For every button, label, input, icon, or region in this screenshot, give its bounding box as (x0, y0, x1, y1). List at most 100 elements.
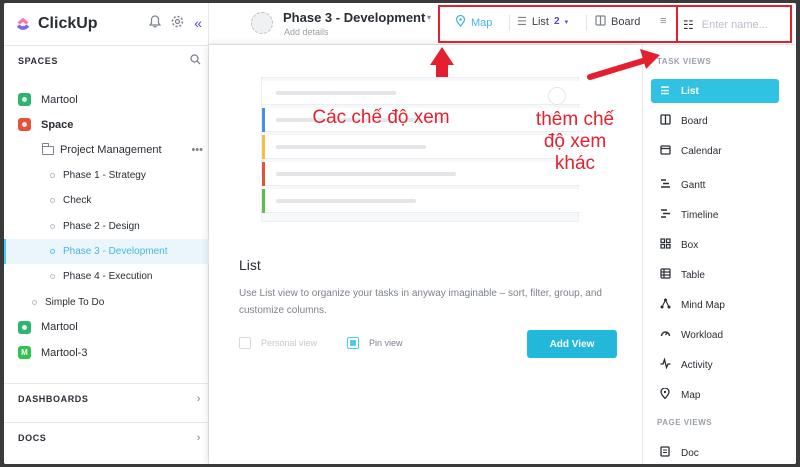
view-option-label: Timeline (681, 209, 719, 221)
status-circle-icon[interactable] (251, 12, 273, 34)
view-type-panel: TASK VIEWS ☰ List Board Calendar Gantt T… (642, 45, 796, 464)
view-option-doc[interactable]: Doc (651, 441, 779, 464)
space-label: Martool-3 (41, 346, 88, 359)
space-item-martool-3[interactable]: M Martool-3 (4, 340, 209, 365)
list-label: Phase 1 - Strategy (63, 170, 146, 182)
list-dot-icon (50, 274, 55, 280)
view-option-list[interactable]: ☰ List (651, 79, 779, 103)
view-option-label: Mind Map (681, 299, 725, 311)
view-option-label: Board (681, 115, 708, 127)
view-option-label: Map (681, 389, 701, 401)
clickup-logo-icon (16, 17, 30, 30)
list-dot-icon (50, 198, 55, 204)
table-icon (659, 268, 671, 282)
board-icon (659, 114, 671, 128)
view-option-calendar[interactable]: Calendar (651, 139, 779, 163)
spaces-header[interactable]: SPACES (4, 45, 209, 75)
task-views-heading: TASK VIEWS (657, 57, 712, 66)
docs-label: DOCS (18, 432, 47, 443)
space-item-martool[interactable]: Martool (4, 87, 209, 112)
list-item-phase2[interactable]: Phase 2 - Design (4, 213, 209, 238)
list-dot-icon (50, 223, 55, 229)
preview-row (262, 81, 580, 105)
checkbox-icon[interactable] (239, 337, 251, 349)
app-name: ClickUp (38, 15, 98, 32)
space-label: Space (41, 118, 74, 131)
personal-view-checkbox[interactable]: Personal view (239, 337, 317, 349)
space-item-space[interactable]: Space (4, 112, 209, 137)
space-item-martool-2[interactable]: Martool (4, 315, 209, 340)
docs-header[interactable]: DOCS › (4, 422, 209, 452)
search-spaces-icon[interactable] (190, 53, 201, 68)
view-option-label: Box (681, 239, 699, 251)
annotation-box-add-view (676, 5, 792, 43)
view-option-workload[interactable]: Workload (651, 323, 779, 347)
view-title: List (239, 257, 261, 273)
activity-pulse-icon (659, 357, 671, 372)
view-option-mind-map[interactable]: Mind Map (651, 293, 779, 317)
list-item-phase3[interactable]: Phase 3 - Development (4, 238, 209, 265)
folder-label: Project Management (60, 144, 162, 157)
view-option-label: Table (681, 269, 705, 281)
view-option-box[interactable]: Box (651, 233, 779, 257)
gear-icon[interactable] (171, 15, 184, 31)
dashboards-label: DASHBOARDS (18, 393, 89, 404)
list-item-phase4[interactable]: Phase 4 - Execution (4, 264, 209, 289)
pin-view-checkbox[interactable]: Pin view (347, 337, 403, 349)
list-label: Phase 2 - Design (63, 220, 140, 232)
folder-item-project-management[interactable]: Project Management ••• (4, 138, 209, 163)
space-badge-icon (18, 118, 31, 132)
list-dot-icon (32, 299, 37, 305)
box-grid-icon (659, 238, 671, 252)
view-option-label: Doc (681, 447, 699, 459)
page-views-heading: PAGE VIEWS (657, 418, 713, 427)
annotation-box-view-tabs (438, 5, 678, 43)
view-option-timeline[interactable]: Timeline (651, 203, 779, 227)
view-option-map[interactable]: Map (651, 383, 779, 407)
logo[interactable]: ClickUp « (4, 3, 208, 45)
view-option-label: Calendar (681, 145, 722, 157)
chevron-down-icon[interactable]: ▾ (427, 13, 431, 22)
add-view-button[interactable]: Add View (527, 330, 617, 358)
list-item-check[interactable]: Check (4, 188, 209, 213)
list-label: Check (63, 195, 92, 207)
view-option-board[interactable]: Board (651, 109, 779, 133)
list-label: Phase 4 - Execution (63, 271, 153, 283)
view-description: Use List view to organize your tasks in … (239, 288, 602, 316)
dashboards-header[interactable]: DASHBOARDS › (4, 383, 209, 413)
list-label: Phase 3 - Development (63, 245, 168, 257)
gantt-icon (659, 178, 671, 192)
add-details-link[interactable]: Add details (284, 27, 329, 37)
gauge-icon (659, 328, 671, 342)
page-title[interactable]: Phase 3 - Development (283, 10, 425, 25)
view-option-label: List (681, 85, 699, 97)
annotation-more-views: thêm chế độ xem khác (535, 109, 615, 174)
spaces-label: SPACES (18, 55, 58, 66)
timeline-icon (659, 208, 671, 222)
view-option-table[interactable]: Table (651, 263, 779, 287)
view-option-label: Gantt (681, 179, 706, 191)
list-label: Simple To Do (45, 296, 105, 308)
app-frame: ClickUp « SPACES Martool Space Project M… (4, 3, 796, 464)
sidebar-top-icons: « (149, 15, 202, 31)
list-item-phase1[interactable]: Phase 1 - Strategy (4, 163, 209, 188)
list-item-simple-todo[interactable]: Simple To Do (4, 289, 209, 314)
checkbox-icon[interactable] (347, 337, 359, 349)
chevron-right-icon: › (196, 392, 201, 405)
calendar-icon (659, 144, 671, 158)
view-option-gantt[interactable]: Gantt (651, 173, 779, 197)
list-icon: ☰ (660, 85, 670, 97)
more-options-icon[interactable]: ••• (191, 144, 203, 156)
space-label: Martool (41, 93, 78, 106)
map-pin-icon (659, 387, 671, 402)
preview-row (262, 189, 580, 213)
doc-icon (659, 446, 671, 460)
bell-icon[interactable] (149, 15, 162, 31)
mind-map-icon (659, 298, 671, 312)
checkbox-label: Personal view (261, 338, 318, 348)
collapse-sidebar-icon[interactable]: « (194, 15, 202, 31)
folder-icon (41, 142, 54, 155)
space-badge-icon (18, 320, 31, 334)
chevron-right-icon: › (196, 431, 201, 444)
view-option-activity[interactable]: Activity (651, 353, 779, 377)
